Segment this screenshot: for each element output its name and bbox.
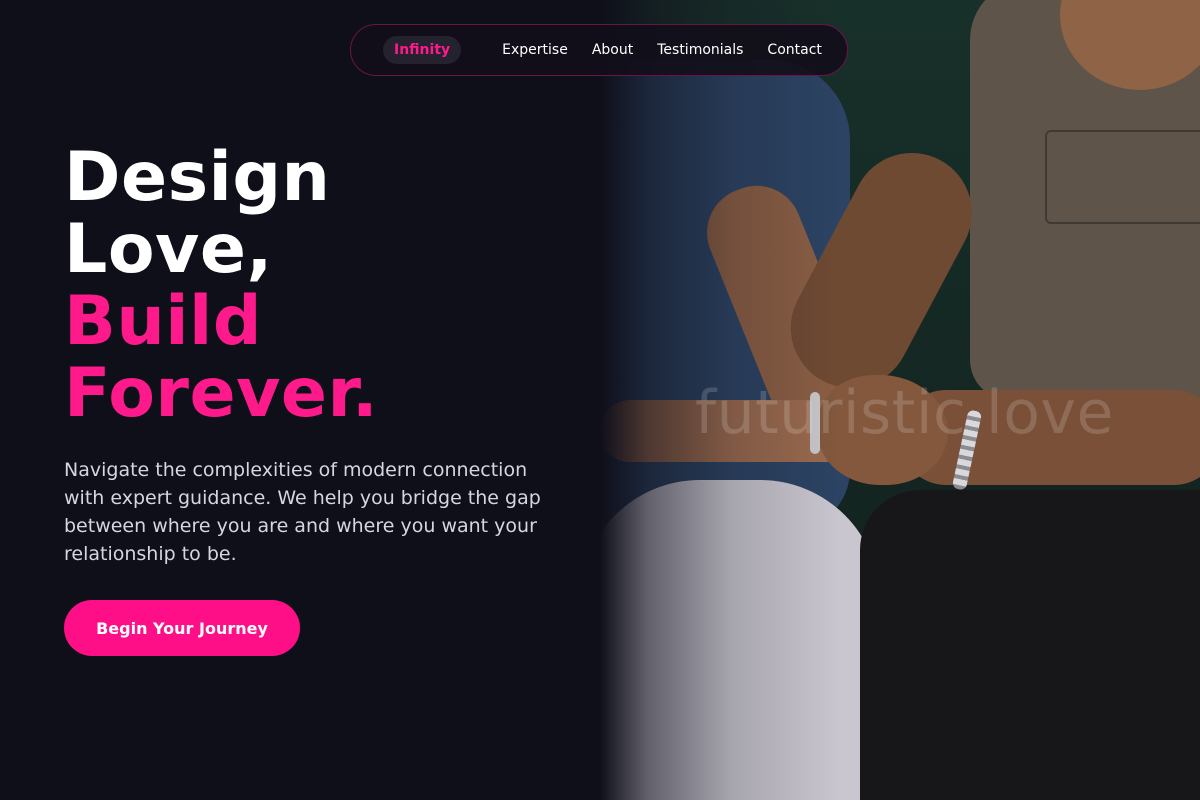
nav-link-expertise[interactable]: Expertise: [502, 42, 568, 58]
hero-section: futuristic love Infinity Expertise About…: [0, 0, 1200, 800]
begin-journey-button[interactable]: Begin Your Journey: [64, 600, 300, 656]
headline-line-love: Love,: [64, 210, 273, 289]
headline-line-forever: Forever.: [64, 354, 379, 433]
headline-line-build: Build: [64, 282, 263, 361]
nav-link-contact[interactable]: Contact: [767, 42, 821, 58]
nav-link-testimonials[interactable]: Testimonials: [657, 42, 743, 58]
image-watermark: futuristic love: [695, 378, 1114, 448]
nav-link-about[interactable]: About: [592, 42, 633, 58]
hero-subtitle: Navigate the complexities of modern conn…: [64, 459, 541, 565]
hero-headline: Design Love, Build Forever.: [64, 142, 378, 430]
main-navigation: Infinity Expertise About Testimonials Co…: [350, 24, 848, 76]
brand-logo-link[interactable]: Infinity: [383, 36, 462, 64]
headline-line-design: Design: [64, 138, 331, 217]
